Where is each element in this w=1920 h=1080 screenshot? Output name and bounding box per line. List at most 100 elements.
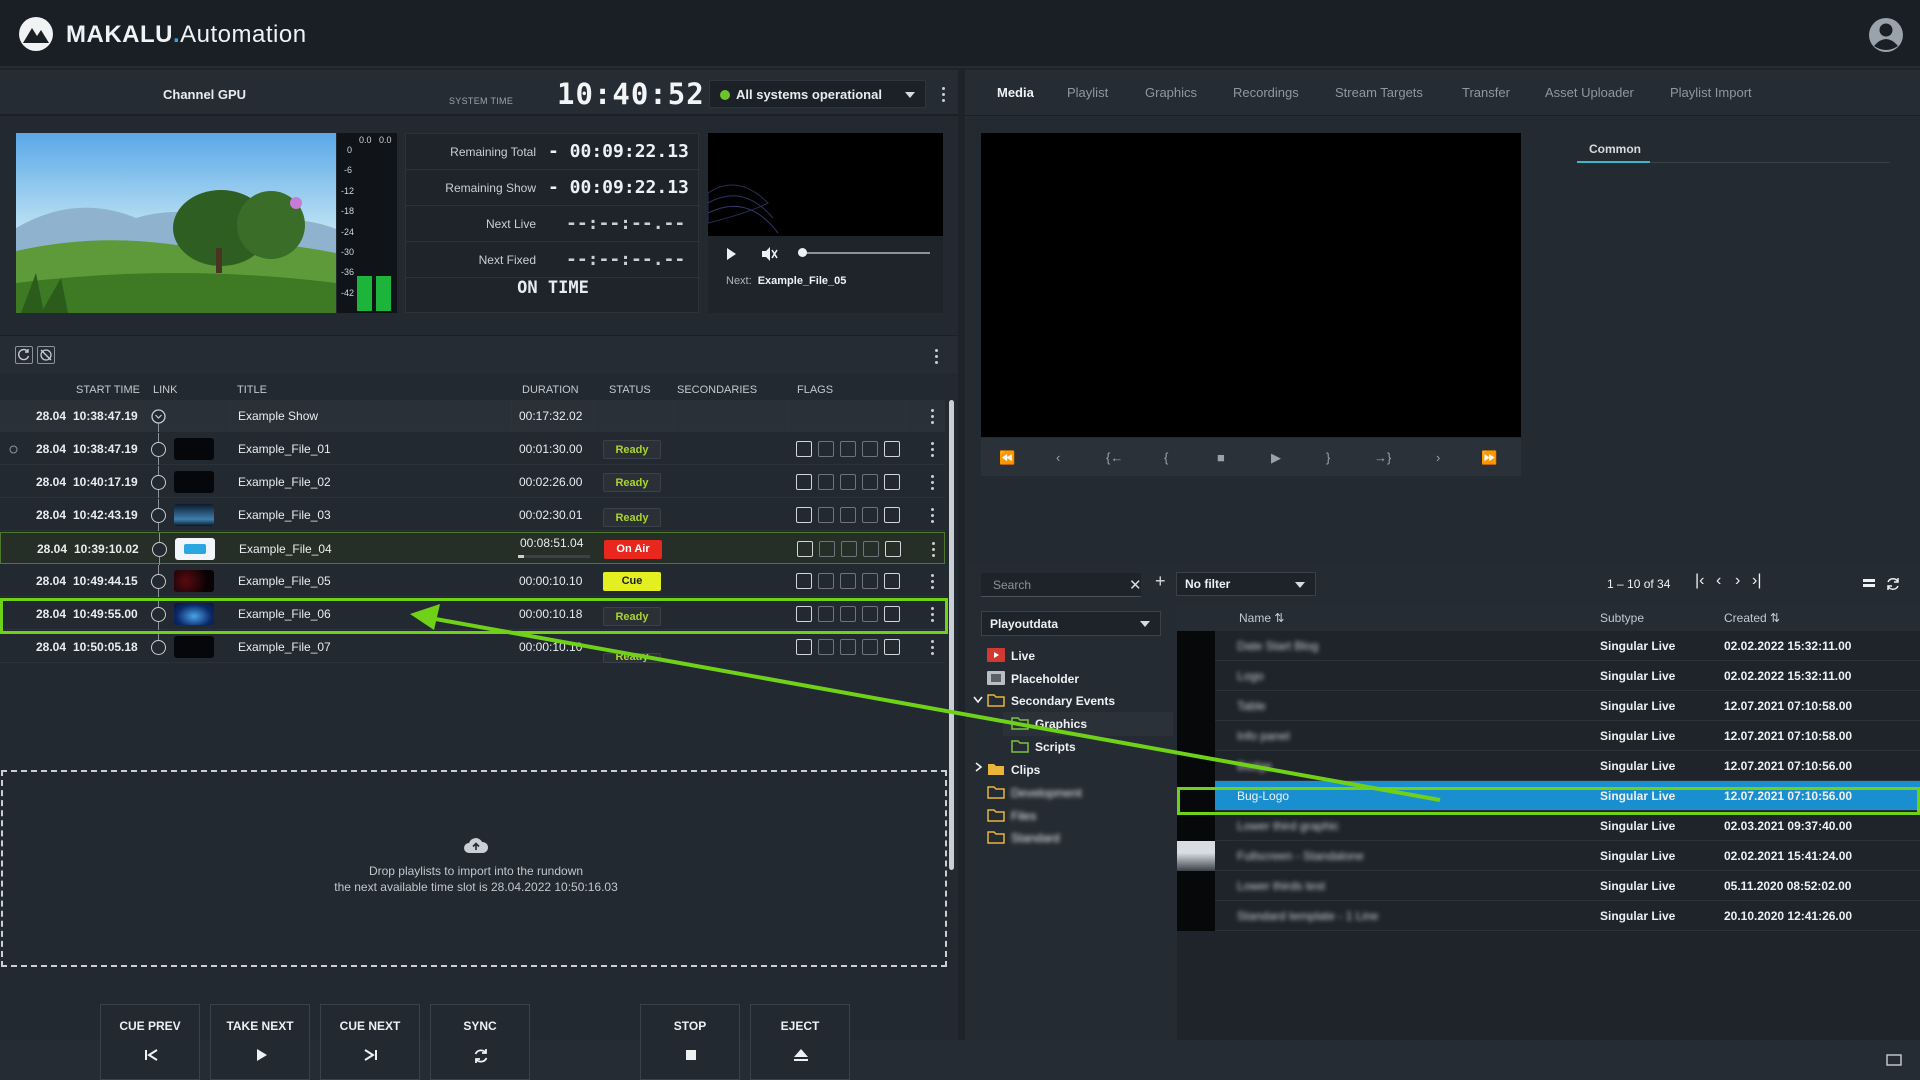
set-out-button[interactable]: } [1326, 450, 1330, 465]
refresh-button[interactable] [15, 346, 33, 364]
next-page-icon[interactable]: › [1735, 572, 1740, 590]
list-view-icon[interactable] [1862, 578, 1876, 590]
column-secondaries[interactable]: SECONDARIES [677, 384, 757, 396]
tree-item-scripts[interactable]: Scripts [1003, 735, 1173, 759]
forward-fast-button[interactable]: ⏩ [1481, 450, 1497, 466]
subtitle-flag-icon[interactable] [862, 639, 878, 655]
subtitle-flag-icon[interactable] [862, 441, 878, 457]
link-node-icon[interactable] [152, 542, 167, 557]
file-row[interactable]: Fullscreen - Standalone Singular Live 02.0… [1177, 841, 1920, 871]
file-row[interactable]: Info panel Singular Live 12.07.2021 07:10:… [1177, 721, 1920, 751]
no-video-flag-icon[interactable] [885, 541, 901, 557]
tab-transfer[interactable]: Transfer [1462, 85, 1510, 100]
row-menu-button[interactable] [924, 571, 940, 591]
tree-item-placeholder[interactable]: Placeholder [987, 667, 1157, 691]
tab-recordings[interactable]: Recordings [1233, 85, 1299, 100]
link-node-icon[interactable] [151, 574, 166, 589]
playback-scrubber[interactable] [798, 248, 807, 257]
file-row[interactable]: Standard template - 1 Line Singular Live 2… [1177, 901, 1920, 931]
play-button[interactable]: ▶ [1271, 450, 1281, 466]
filter-dropdown[interactable]: No filter [1176, 572, 1316, 596]
tree-item-graphics[interactable]: Graphics [1003, 712, 1173, 736]
user-avatar-icon[interactable] [1868, 17, 1904, 53]
row-menu-button[interactable] [924, 439, 940, 459]
asterisk-flag-icon[interactable] [818, 507, 834, 523]
collapse-icon[interactable] [151, 409, 166, 424]
column-created[interactable]: Created ⇅ [1724, 611, 1780, 625]
subtitle-flag-icon[interactable] [863, 541, 879, 557]
last-page-icon[interactable]: ›| [1752, 572, 1761, 590]
playback-track[interactable] [800, 252, 930, 254]
search-input[interactable]: Search ✕ [981, 573, 1142, 597]
file-row[interactable]: Badge Singular Live 12.07.2021 07:10:56.00 [1177, 751, 1920, 781]
tab-playlist[interactable]: Playlist [1067, 85, 1108, 100]
file-row[interactable]: Table Singular Live 12.07.2021 07:10:58.00 [1177, 691, 1920, 721]
frame-flag-icon[interactable] [840, 606, 856, 622]
rundown-row[interactable]: 28.04 10:40:17.19 Example_File_02 00:02:… [0, 466, 945, 498]
asterisk-flag-icon[interactable] [818, 441, 834, 457]
subtitle-flag-icon[interactable] [862, 573, 878, 589]
frame-flag-icon[interactable] [840, 573, 856, 589]
no-video-flag-icon[interactable] [884, 573, 900, 589]
no-video-flag-icon[interactable] [884, 474, 900, 490]
column-subtype[interactable]: Subtype [1600, 611, 1644, 625]
no-video-flag-icon[interactable] [884, 639, 900, 655]
rundown-show-row[interactable]: 28.04 10:38:47.19 Example Show 00:17:32.… [0, 400, 945, 432]
tab-asset-uploader[interactable]: Asset Uploader [1545, 85, 1634, 100]
row-menu-button[interactable] [924, 505, 940, 525]
file-row[interactable]: Lower third graphic Singular Live 02.03.20… [1177, 811, 1920, 841]
prev-page-icon[interactable]: ‹ [1716, 572, 1721, 590]
playlist-flag-icon[interactable] [796, 441, 812, 457]
clear-search-icon[interactable]: ✕ [1129, 576, 1142, 594]
playlist-flag-icon[interactable] [796, 474, 812, 490]
playlist-flag-icon[interactable] [796, 573, 812, 589]
chevron-down-icon[interactable] [973, 696, 983, 704]
go-to-in-button[interactable]: {← [1106, 450, 1123, 465]
asterisk-flag-icon[interactable] [818, 606, 834, 622]
playlist-flag-icon[interactable] [797, 541, 813, 557]
row-menu-button[interactable] [924, 604, 940, 624]
link-node-icon[interactable] [151, 442, 166, 457]
rundown-row[interactable]: 28.04 10:49:55.00 Example_File_06 00:00:… [0, 598, 945, 630]
stop-button[interactable]: STOP [640, 1004, 740, 1080]
eject-button[interactable]: EJECT [750, 1004, 850, 1080]
sync-button[interactable]: SYNC [430, 1004, 530, 1080]
playlist-menu-button[interactable] [928, 346, 944, 366]
unlink-button[interactable] [37, 346, 55, 364]
tree-item-secondary-events[interactable]: Secondary Events [987, 689, 1157, 713]
step-back-button[interactable]: ‹ [1056, 450, 1060, 465]
playlist-flag-icon[interactable] [796, 639, 812, 655]
tree-item-folder[interactable]: Files [987, 804, 1157, 828]
tree-item-clips[interactable]: Clips [987, 758, 1157, 782]
rundown-row-on-air[interactable]: 28.04 10:39:10.02 Example_File_04 00:08:… [0, 532, 945, 565]
play-icon[interactable] [724, 247, 738, 261]
subtitle-flag-icon[interactable] [862, 507, 878, 523]
mute-icon[interactable] [760, 246, 778, 262]
no-video-flag-icon[interactable] [884, 606, 900, 622]
refresh-icon[interactable] [1885, 577, 1901, 591]
tab-stream-targets[interactable]: Stream Targets [1335, 85, 1423, 100]
rundown-scrollbar[interactable] [949, 400, 954, 870]
playlist-flag-icon[interactable] [796, 606, 812, 622]
row-menu-button[interactable] [925, 539, 941, 559]
link-node-icon[interactable] [151, 640, 166, 655]
subtitle-flag-icon[interactable] [862, 474, 878, 490]
set-in-button[interactable]: { [1164, 450, 1168, 465]
asterisk-flag-icon[interactable] [818, 573, 834, 589]
tree-item-folder[interactable]: Development [987, 781, 1157, 805]
rundown-row[interactable]: 28.04 10:50:05.18 Example_File_07 00:00:… [0, 631, 945, 663]
link-node-icon[interactable] [151, 607, 166, 622]
frame-flag-icon[interactable] [840, 474, 856, 490]
file-row[interactable]: Logo Singular Live 02.02.2022 15:32:11.00 [1177, 661, 1920, 691]
column-status[interactable]: STATUS [609, 384, 651, 396]
row-menu-button[interactable] [924, 406, 940, 426]
window-icon[interactable] [1886, 1054, 1902, 1066]
tree-item-folder[interactable]: Standard [987, 826, 1157, 850]
row-menu-button[interactable] [924, 472, 940, 492]
channel-menu-button[interactable] [935, 84, 951, 104]
tab-common[interactable]: Common [1589, 142, 1641, 156]
column-link[interactable]: LINK [153, 384, 177, 396]
tree-item-live[interactable]: Live [987, 644, 1157, 668]
system-status-dropdown[interactable]: All systems operational [709, 80, 926, 108]
column-name[interactable]: Name ⇅ [1239, 611, 1284, 625]
